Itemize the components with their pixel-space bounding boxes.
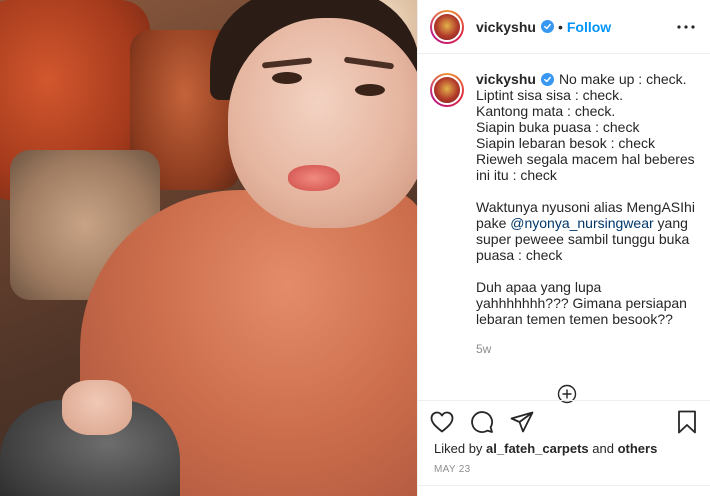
divider — [418, 485, 710, 486]
mention-link[interactable]: @nyonya_nursingwear — [510, 215, 653, 231]
caption-header: vickyshu No make up : check. — [476, 71, 696, 87]
verified-badge-icon — [540, 20, 554, 33]
heart-icon[interactable] — [430, 410, 454, 434]
caption-area: vickyshu No make up : check. Liptint sis… — [418, 55, 710, 400]
caption-paragraph: Waktunya nyusoni alias MengASIhi pake @n… — [476, 199, 696, 263]
left-eye — [272, 72, 302, 84]
caption-line: Siapin buka puasa : check — [476, 119, 640, 135]
face — [228, 18, 417, 228]
bookmark-icon[interactable] — [675, 410, 699, 434]
likes-middle: and — [588, 441, 618, 456]
likes-prefix: Liked by — [434, 441, 487, 456]
baby-hand — [62, 380, 132, 435]
likes-user-link[interactable]: al_fateh_carpets — [486, 441, 589, 456]
comment-icon[interactable] — [470, 410, 494, 434]
relative-time[interactable]: 5w — [476, 341, 696, 357]
post-sidebar: vickyshu • Follow vickyshu No make up : … — [417, 0, 710, 496]
caption-line: Kantong mata : check. — [476, 103, 616, 119]
lips — [288, 165, 340, 191]
action-bar — [418, 400, 710, 442]
caption-line: Liptint sisa sisa : check. — [476, 87, 624, 103]
right-eye — [355, 84, 385, 96]
post-photo[interactable] — [0, 0, 417, 496]
caption-line: Rieweh segala macem hal beberes ini itu … — [476, 151, 699, 183]
caption-avatar[interactable] — [430, 73, 464, 107]
caption-line: Siapin lebaran besok : check — [476, 135, 655, 151]
verified-badge-icon — [540, 72, 554, 86]
post-date[interactable]: MAY 23 — [434, 464, 470, 475]
caption-text: vickyshu No make up : check. Liptint sis… — [476, 71, 696, 357]
post-header: vickyshu • Follow — [418, 0, 710, 54]
follow-button[interactable]: Follow — [567, 19, 611, 35]
avatar[interactable] — [430, 9, 464, 44]
caption-first-line: No make up : check. — [558, 71, 687, 87]
likes-summary: Liked by al_fateh_carpets and others — [434, 441, 657, 456]
caption-paragraph: Duh apaa yang lupa yahhhhhhh??? Gimana p… — [476, 279, 691, 327]
separator-dot: • — [557, 18, 563, 35]
more-options-icon[interactable] — [674, 15, 698, 39]
share-icon[interactable] — [510, 410, 534, 434]
username[interactable]: vickyshu — [476, 19, 536, 35]
caption-row: vickyshu No make up : check. Liptint sis… — [430, 71, 699, 357]
likes-others-link[interactable]: others — [618, 441, 658, 456]
caption-username[interactable]: vickyshu — [476, 71, 536, 87]
